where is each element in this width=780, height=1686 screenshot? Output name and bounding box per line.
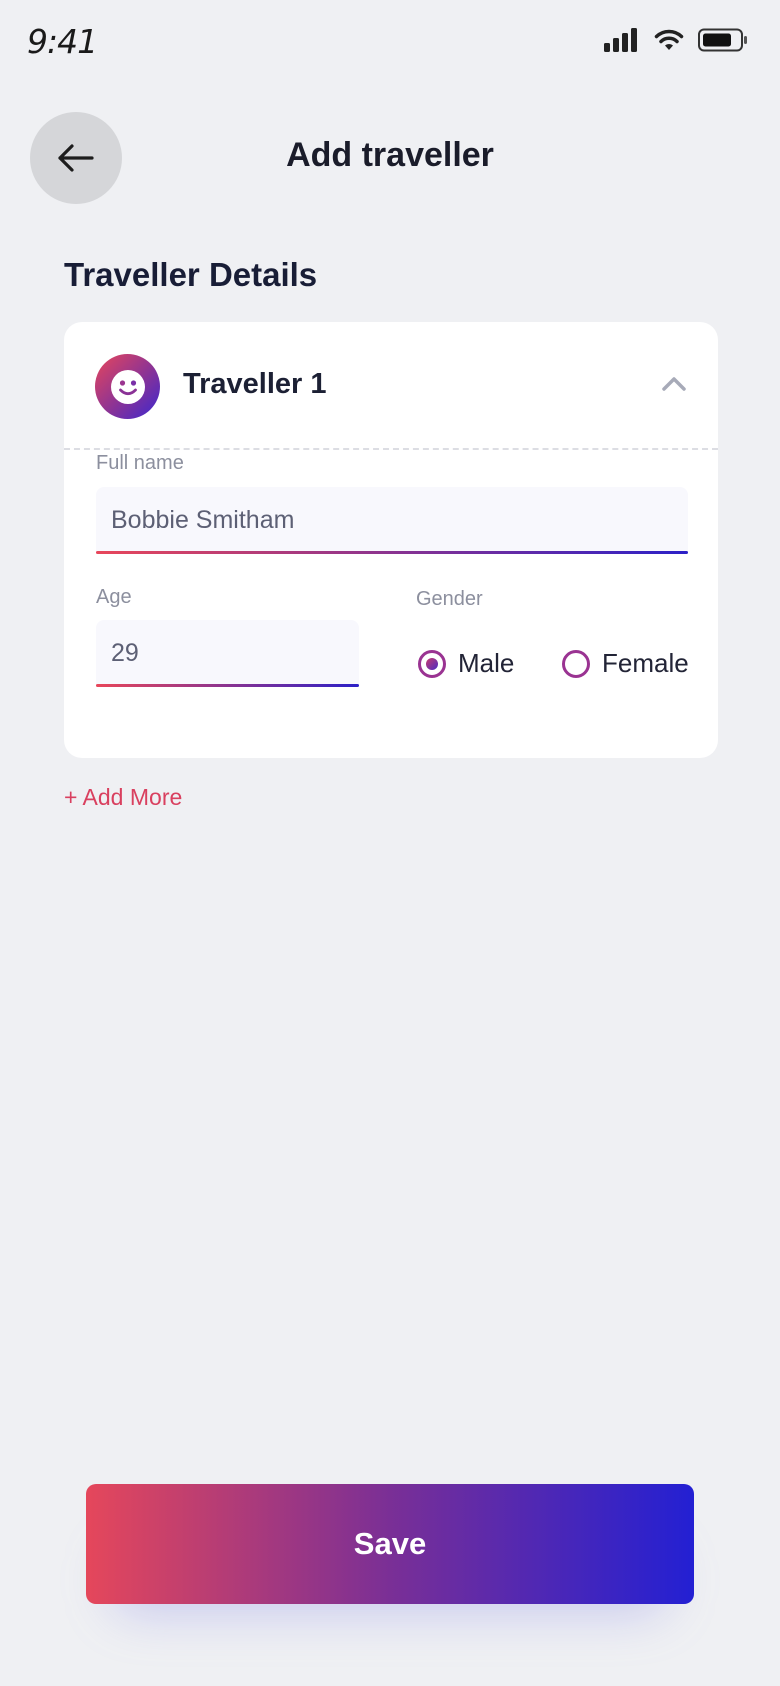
radio-female[interactable]	[562, 649, 590, 678]
section-title: Traveller Details	[64, 256, 318, 293]
radio-male-label: Male	[458, 648, 515, 678]
traveller-card: Traveller 1 Full name Age Gender Male Fe…	[64, 322, 718, 758]
radio-male[interactable]	[418, 649, 446, 678]
smiley-icon	[110, 369, 145, 404]
status-icons	[604, 28, 748, 52]
full-name-input[interactable]	[96, 487, 688, 553]
add-more-link[interactable]: + Add More	[64, 784, 182, 811]
status-bar: 9:41	[0, 0, 780, 90]
card-divider	[64, 448, 718, 450]
full-name-label: Full name	[96, 452, 184, 474]
traveller-name: Traveller 1	[183, 368, 327, 400]
age-input[interactable]	[96, 620, 359, 686]
avatar	[95, 354, 160, 419]
age-underline	[96, 684, 359, 687]
wifi-icon	[654, 29, 684, 50]
save-button[interactable]: Save	[86, 1484, 694, 1604]
signal-icon	[604, 28, 637, 52]
radio-female-label: Female	[602, 648, 689, 678]
age-label: Age	[96, 586, 132, 608]
battery-icon	[698, 28, 747, 52]
page-title: Add traveller	[286, 136, 494, 174]
status-time: 9:41	[27, 22, 98, 61]
full-name-underline	[96, 551, 688, 554]
gender-option-male[interactable]: Male	[418, 648, 514, 679]
traveller-card-header[interactable]: Traveller 1	[64, 322, 718, 450]
gender-option-female[interactable]: Female	[562, 648, 689, 679]
chevron-up-icon[interactable]	[660, 374, 688, 394]
gender-label: Gender	[416, 588, 483, 610]
